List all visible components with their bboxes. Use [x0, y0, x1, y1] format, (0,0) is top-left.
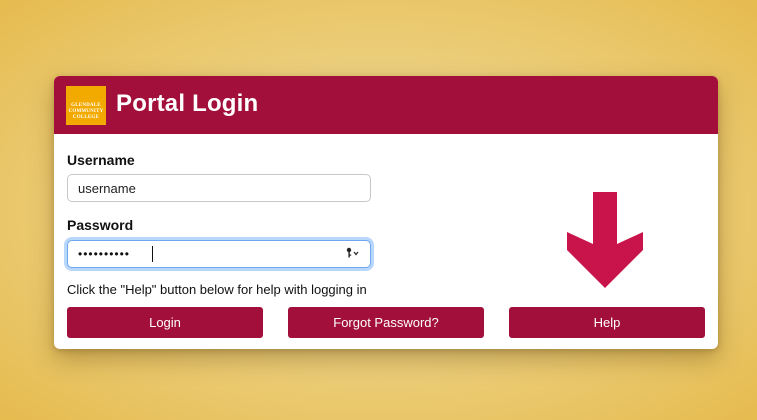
key-icon[interactable]	[346, 247, 360, 262]
login-card: GLENDALE COMMUNITY COLLEGE Portal Login …	[54, 76, 718, 349]
help-button[interactable]: Help	[509, 307, 705, 338]
username-label: Username	[67, 152, 135, 168]
text-caret	[152, 246, 153, 262]
page-title: Portal Login	[116, 90, 259, 117]
college-logo: GLENDALE COMMUNITY COLLEGE	[66, 86, 106, 125]
password-mask: ••••••••••	[78, 247, 131, 261]
forgot-password-button[interactable]: Forgot Password?	[288, 307, 484, 338]
help-instructions: Click the "Help" button below for help w…	[67, 282, 367, 297]
password-label: Password	[67, 217, 134, 233]
username-input[interactable]	[67, 174, 371, 202]
login-button[interactable]: Login	[67, 307, 263, 338]
down-arrow-icon	[567, 192, 643, 288]
password-input[interactable]: ••••••••••	[67, 240, 371, 268]
logo-text: GLENDALE COMMUNITY COLLEGE	[68, 103, 104, 120]
card-header: GLENDALE COMMUNITY COLLEGE Portal Login	[54, 76, 718, 134]
